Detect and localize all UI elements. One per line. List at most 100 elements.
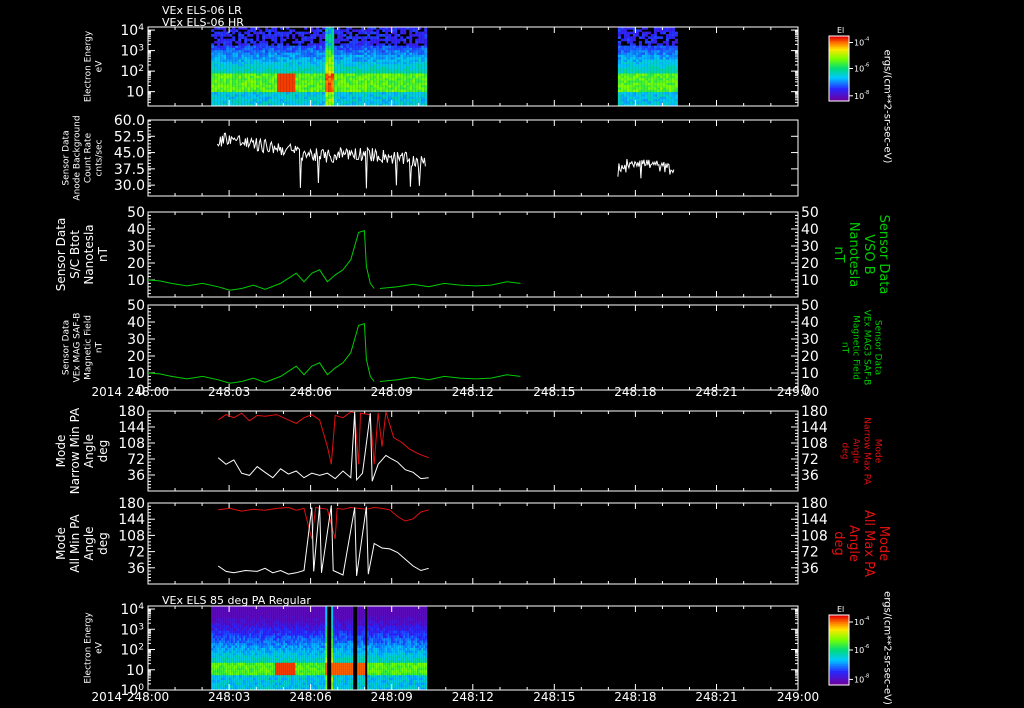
spectrogram-cell: [267, 677, 270, 681]
plot-frame: [147, 304, 799, 391]
spectrogram-cell: [231, 677, 234, 681]
spectrogram-cell: [259, 613, 262, 617]
spectrogram-cell: [253, 40, 257, 44]
spectrogram-cell: [281, 670, 284, 674]
spectrogram-cell: [301, 71, 305, 74]
y-tick-label: 45.0: [114, 146, 145, 162]
spectrogram-cell: [385, 89, 389, 93]
spectrogram-cell: [267, 645, 270, 649]
spectrogram-cell: [273, 682, 276, 686]
spectrogram-cell: [237, 662, 240, 666]
spectrogram-cell: [361, 40, 365, 44]
spectrogram-cell: [409, 99, 413, 102]
spectrogram-cell: [219, 615, 222, 619]
spectrogram-cell: [620, 71, 624, 74]
spectrogram-cell: [271, 672, 274, 676]
spectrogram-cell: [307, 50, 311, 53]
spectrogram-cell: [225, 652, 228, 656]
spectrogram-cell: [211, 635, 214, 639]
spectrogram-cell: [235, 648, 238, 651]
spectrogram-cell: [211, 657, 214, 661]
spectrogram-cell: [229, 80, 233, 84]
spectrogram-cell: [379, 71, 383, 74]
spectrogram-cell: [235, 40, 239, 44]
spectrogram-cell: [233, 657, 236, 661]
spectrogram-cell: [283, 630, 286, 634]
spectrogram-cell: [277, 630, 280, 634]
spectrogram-cell: [424, 59, 428, 63]
spectrogram-cell: [239, 620, 242, 624]
spectrogram-cell: [283, 677, 286, 681]
spectrogram-cell: [273, 680, 276, 683]
spectrogram-cell: [629, 80, 633, 84]
spectrogram-cell: [213, 657, 216, 661]
spectrogram-cell: [385, 50, 389, 53]
spectrogram-cell: [241, 628, 244, 632]
spectrogram-cell: [275, 613, 278, 617]
spectrogram-cell: [635, 99, 639, 102]
spectrogram-cell: [285, 620, 288, 624]
spectrogram-cell: [223, 655, 226, 659]
spectrogram-cell: [235, 99, 239, 102]
spectrogram-cell: [385, 80, 389, 84]
spectrogram-cell: [255, 635, 258, 639]
spectrogram-cell: [271, 670, 274, 674]
spectrogram-cell: [367, 80, 371, 84]
spectrogram-cell: [656, 71, 660, 74]
spectrogram-cell: [225, 662, 228, 666]
y-tick-label: 108: [118, 436, 145, 452]
spectrogram-cell: [211, 662, 214, 666]
spectrogram-cell: [635, 80, 639, 84]
y-axis-label-right: ModeNarrow Max PAAngledeg: [839, 417, 882, 485]
spectrogram-cell: [251, 638, 254, 641]
spectrogram-cell: [211, 652, 214, 656]
spectrogram-cell: [313, 36, 317, 40]
spectrogram-cell: [220, 71, 224, 74]
spectrogram-cell: [219, 635, 222, 639]
spectrogram-cell: [263, 645, 266, 649]
spectrogram-cell: [211, 615, 214, 619]
spectrogram-cell: [231, 655, 234, 659]
spectrogram-cell: [247, 677, 250, 681]
spectrogram-cell: [215, 640, 218, 644]
spectrogram-cell: [281, 665, 284, 669]
spectrogram-cell: [219, 613, 222, 617]
series-line-segment-1: [617, 159, 675, 179]
spectrogram-cell: [331, 50, 335, 53]
spectrogram-cell: [279, 623, 282, 627]
spectrogram-cell: [273, 613, 276, 617]
spectrogram-cell: [292, 50, 296, 53]
spectrogram-cell: [277, 31, 281, 35]
spectrogram-cell: [265, 89, 269, 93]
spectrogram-cell: [217, 610, 220, 614]
spectrogram-cell: [239, 623, 242, 627]
spectrogram-cell: [406, 99, 410, 102]
axis-label-line: Electron Energy: [84, 30, 94, 102]
spectrogram-cell: [275, 648, 278, 651]
y-tick-label-right: 20: [801, 349, 819, 365]
spectrogram-cell: [629, 50, 633, 53]
spectrogram-cell: [231, 623, 234, 627]
spectrogram-cell: [221, 662, 224, 666]
spectrogram-cell: [239, 638, 242, 641]
spectrogram-cell: [289, 31, 293, 35]
spectrogram-cell: [620, 50, 624, 53]
spectrogram-cell: [256, 89, 260, 93]
spectrogram-cell: [221, 640, 224, 644]
spectrogram-cell: [343, 29, 347, 33]
spectrogram-cell: [233, 670, 236, 674]
spectrogram-cell: [211, 613, 214, 617]
spectrogram-cell: [269, 672, 272, 676]
spectrogram-cell: [265, 680, 268, 683]
spectrogram-cell: [274, 59, 278, 63]
spectrogram-cell: [373, 89, 377, 93]
spectrogram-cell: [250, 71, 254, 74]
spectrogram-cell: [259, 610, 262, 614]
spectrogram-cell: [267, 640, 270, 644]
spectrogram-cell: [245, 620, 248, 624]
spectrogram-cell: [406, 50, 410, 53]
spectrogram-cell: [235, 630, 238, 634]
spectrogram-cell: [235, 89, 239, 93]
spectrogram-cell: [221, 677, 224, 681]
spectrogram-cell: [253, 682, 256, 686]
